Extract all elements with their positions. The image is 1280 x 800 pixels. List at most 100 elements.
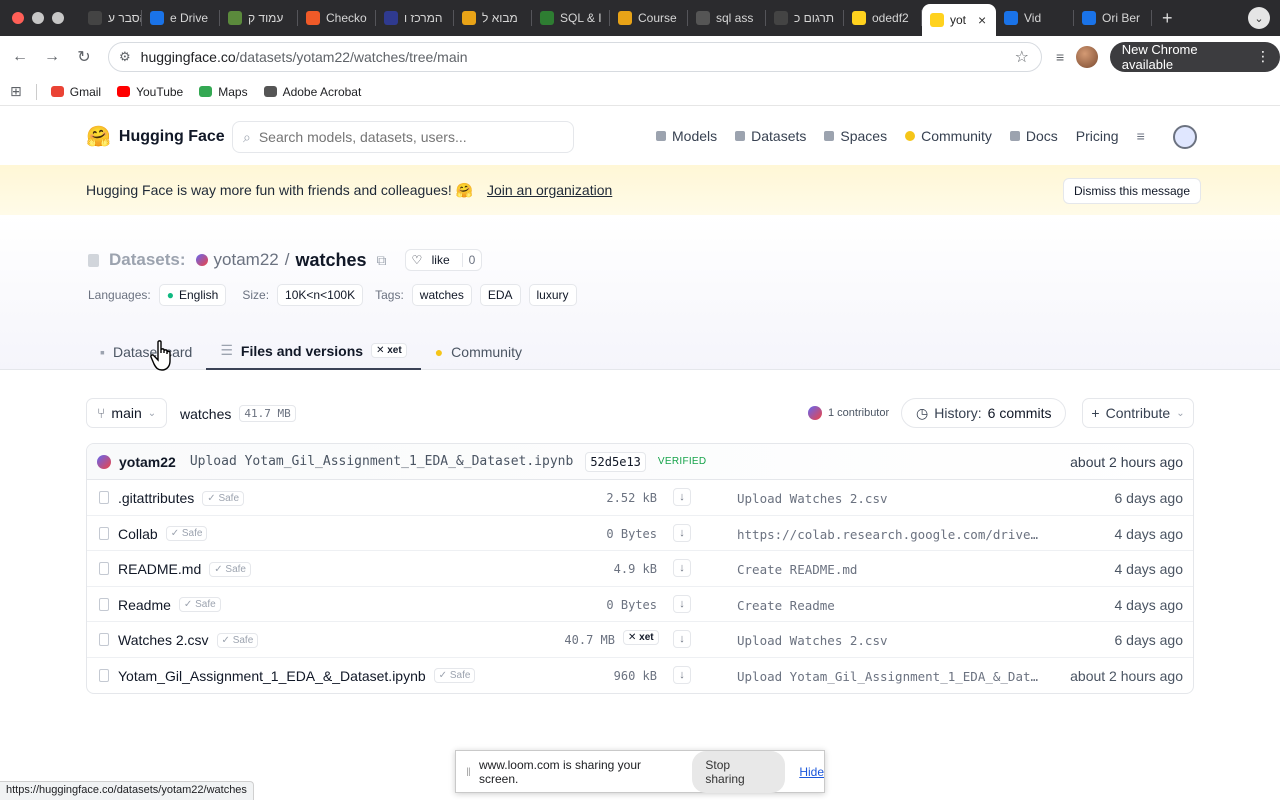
download-icon[interactable]: ↓ [673, 630, 691, 648]
file-commit-message[interactable]: Create Readme [737, 598, 835, 613]
file-name-link[interactable]: Collab [118, 526, 158, 542]
stop-sharing-button[interactable]: Stop sharing [692, 750, 786, 793]
more-menu-icon[interactable]: ≡ [1137, 128, 1145, 144]
browser-tab[interactable]: SQL & I [532, 0, 610, 36]
bookmark-star-icon[interactable]: ☆ [1015, 47, 1029, 67]
commit-hash[interactable]: 52d5e13 [585, 451, 646, 472]
browser-tab[interactable]: e Drive [142, 0, 220, 36]
tag-watches[interactable]: watches [411, 284, 472, 306]
like-button[interactable]: ♡ like 0 [404, 249, 483, 271]
new-tab-button[interactable]: + [1152, 8, 1183, 29]
safe-badge[interactable]: ✓ Safe [209, 561, 251, 577]
browser-tab[interactable]: Vid [996, 0, 1074, 36]
tab-favicon-icon [228, 11, 242, 25]
repo-type-label[interactable]: Datasets: [109, 250, 186, 270]
download-icon[interactable]: ↓ [673, 523, 691, 542]
search-input[interactable] [258, 129, 549, 145]
browser-tab[interactable]: תרגום כ [766, 0, 844, 36]
dismiss-banner-button[interactable]: Dismiss this message [1063, 178, 1202, 204]
new-chrome-available-button[interactable]: New Chrome available ⋮ [1109, 42, 1280, 72]
site-search[interactable]: ⌕ [232, 121, 574, 153]
close-tab-icon[interactable]: × [978, 12, 986, 28]
user-avatar[interactable] [1173, 125, 1197, 149]
back-arrow-icon[interactable]: ← [4, 48, 36, 66]
tab-files-and-versions[interactable]: ☰ Files and versions ✕ xet [206, 333, 421, 370]
copy-icon[interactable]: ⧉ [377, 252, 387, 269]
file-name-link[interactable]: Readme [118, 597, 171, 613]
close-window-button[interactable] [12, 12, 24, 24]
tag-eda[interactable]: EDA [479, 284, 521, 306]
like-count[interactable]: 0 [461, 253, 482, 267]
browser-tab[interactable]: Course [610, 0, 688, 36]
download-icon[interactable]: ↓ [673, 665, 691, 684]
file-commit-time: about 2 hours ago [1070, 667, 1183, 684]
contribute-button[interactable]: + Contribute ⌄ [1082, 398, 1194, 428]
reload-icon[interactable]: ↻ [68, 47, 100, 67]
window-controls [0, 12, 80, 24]
browser-tab[interactable]: sql ass [688, 0, 766, 36]
media-queue-icon[interactable]: ≡ [1056, 49, 1064, 65]
file-name-link[interactable]: .gitattributes [118, 490, 194, 506]
safe-badge[interactable]: ✓ Safe [433, 668, 476, 683]
history-button[interactable]: ◷ History: 6 commits [901, 398, 1067, 428]
nav-docs-label: Docs [1025, 128, 1058, 144]
bookmark-item[interactable]: Gmail [50, 85, 101, 99]
contributors[interactable]: 1 contributor [808, 406, 889, 420]
browser-tab[interactable]: yot × [922, 4, 996, 36]
commit-author[interactable]: yotam22 [119, 454, 176, 470]
nav-docs[interactable]: Docs [1009, 128, 1058, 144]
repo-owner-link[interactable]: yotam22 [214, 250, 279, 270]
path-label[interactable]: watches [180, 406, 231, 422]
file-name-link[interactable]: README.md [118, 561, 201, 577]
download-icon[interactable]: ↓ [673, 559, 691, 577]
size-tag[interactable]: 10K<n<100K [277, 284, 364, 306]
forward-arrow-icon[interactable]: → [36, 48, 68, 66]
browser-tab[interactable]: Checko [298, 0, 376, 36]
tag-luxury[interactable]: luxury [528, 284, 577, 306]
minimize-window-button[interactable] [32, 12, 44, 24]
nav-models[interactable]: Models [656, 128, 717, 144]
file-commit-message[interactable]: Upload Watches 2.csv [737, 633, 888, 648]
browser-tab[interactable]: המרכז ו [376, 0, 454, 36]
file-commit-message[interactable]: Create README.md [737, 562, 857, 577]
browser-tab[interactable]: עמוד ק [220, 0, 298, 36]
browser-tab[interactable]: odedf2 [844, 0, 922, 36]
apps-grid-icon[interactable]: ⊞ [10, 83, 22, 100]
bookmark-item[interactable]: Maps [199, 85, 248, 99]
file-commit-message[interactable]: https://colab.research.google.com/drive/… [737, 527, 1045, 542]
bookmark-item[interactable]: Adobe Acrobat [263, 85, 361, 99]
drag-handle-icon[interactable]: ‖ [466, 765, 471, 779]
branch-selector[interactable]: ⑂ main ⌄ [86, 398, 168, 428]
safe-badge[interactable]: ✓ Safe [178, 597, 221, 612]
nav-spaces[interactable]: Spaces [824, 128, 887, 144]
site-info-icon[interactable]: ⚙ [119, 49, 131, 65]
commit-message[interactable]: Upload Yotam_Gil_Assignment_1_EDA_&_Data… [190, 454, 574, 469]
file-commit-message[interactable]: Upload Yotam_Gil_Assignment_1_EDA_&_Data… [737, 669, 1045, 684]
tab-search-icon[interactable]: ⌄ [1248, 7, 1270, 29]
tab-dataset-card[interactable]: ▪ Dataset card [86, 333, 206, 370]
repo-name-link[interactable]: watches [295, 250, 366, 271]
file-commit-message[interactable]: Upload Watches 2.csv [737, 491, 888, 506]
nav-pricing[interactable]: Pricing [1076, 128, 1119, 144]
browser-tab[interactable]: מבוא ל [454, 0, 532, 36]
tab-community[interactable]: ● Community [421, 333, 536, 370]
nav-community[interactable]: Community [905, 128, 992, 144]
hf-logo[interactable]: 🤗 Hugging Face [86, 124, 225, 149]
safe-badge[interactable]: ✓ Safe [216, 632, 259, 648]
safe-badge[interactable]: ✓ Safe [165, 526, 208, 541]
zoom-window-button[interactable] [52, 12, 64, 24]
file-name-link[interactable]: Yotam_Gil_Assignment_1_EDA_&_Dataset.ipy… [118, 668, 426, 684]
browser-tab[interactable]: הסבר ע [80, 0, 142, 36]
join-organization-link[interactable]: Join an organization [487, 182, 612, 198]
safe-badge[interactable]: ✓ Safe [202, 490, 245, 506]
language-tag[interactable]: ● English [158, 284, 227, 306]
file-name-link[interactable]: Watches 2.csv [118, 632, 209, 648]
download-icon[interactable]: ↓ [673, 594, 691, 613]
bookmark-item[interactable]: YouTube [117, 85, 183, 99]
browser-tab[interactable]: Ori Ber [1074, 0, 1152, 36]
hide-share-bar-link[interactable]: Hide [799, 765, 824, 779]
address-bar[interactable]: ⚙ huggingface.co/datasets/yotam22/watche… [108, 42, 1042, 72]
profile-avatar[interactable] [1076, 46, 1098, 68]
download-icon[interactable]: ↓ [673, 488, 691, 506]
nav-datasets[interactable]: Datasets [735, 128, 806, 144]
